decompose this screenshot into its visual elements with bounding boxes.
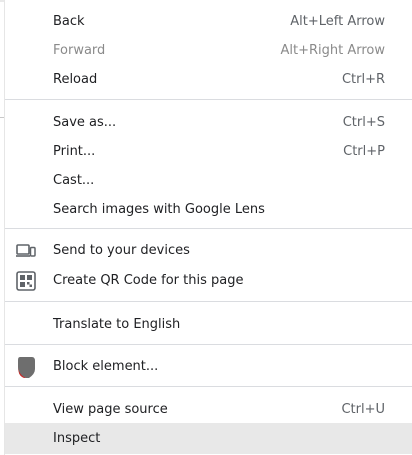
menu-item-label: Search images with Google Lens [53, 202, 265, 217]
menu-item-label: View page source [53, 402, 168, 417]
menu-item-label: Create QR Code for this page [53, 273, 244, 288]
menu-item-save-as[interactable]: Save as... Ctrl+S [5, 108, 412, 137]
menu-item-label: Reload [53, 72, 98, 87]
menu-item-label: Save as... [53, 115, 117, 130]
menu-item-view-page-source[interactable]: View page source Ctrl+U [5, 395, 412, 424]
menu-item-back[interactable]: Back Alt+Left Arrow [5, 7, 412, 36]
devices-icon [15, 240, 37, 262]
menu-item-forward[interactable]: Forward Alt+Right Arrow [5, 36, 412, 65]
menu-item-print[interactable]: Print... Ctrl+P [5, 137, 412, 166]
menu-item-label: Inspect [53, 431, 101, 446]
context-menu: Back Alt+Left Arrow Forward Alt+Right Ar… [4, 0, 412, 455]
menu-item-block-element[interactable]: Block element... [5, 352, 412, 381]
block-element-icon [15, 356, 37, 378]
menu-item-inspect[interactable]: Inspect [5, 423, 412, 454]
menu-item-shortcut: Ctrl+R [341, 72, 385, 87]
qr-code-icon [15, 270, 37, 292]
menu-item-reload[interactable]: Reload Ctrl+R [5, 65, 412, 94]
menu-item-label: Block element... [53, 359, 159, 374]
menu-item-label: Send to your devices [53, 243, 190, 258]
menu-item-send-to-devices[interactable]: Send to your devices [5, 236, 412, 265]
menu-item-cast[interactable]: Cast... [5, 166, 412, 195]
menu-item-shortcut: Ctrl+S [342, 115, 385, 130]
menu-item-shortcut: Ctrl+U [341, 402, 385, 417]
menu-separator [5, 301, 412, 302]
menu-item-shortcut: Alt+Right Arrow [280, 43, 385, 58]
menu-item-label: Cast... [53, 173, 95, 188]
menu-separator [5, 386, 412, 387]
menu-item-label: Back [53, 14, 85, 29]
menu-item-label: Forward [53, 43, 106, 58]
menu-item-shortcut: Alt+Left Arrow [290, 14, 385, 29]
menu-item-create-qr-code[interactable]: Create QR Code for this page [5, 266, 412, 295]
menu-item-label: Print... [53, 144, 96, 159]
menu-item-shortcut: Ctrl+P [343, 144, 385, 159]
menu-separator [5, 344, 412, 345]
menu-separator [5, 99, 412, 100]
menu-separator [5, 228, 412, 229]
menu-item-translate[interactable]: Translate to English [5, 310, 412, 339]
menu-item-google-lens[interactable]: Search images with Google Lens [5, 195, 412, 224]
menu-item-label: Translate to English [53, 317, 181, 332]
